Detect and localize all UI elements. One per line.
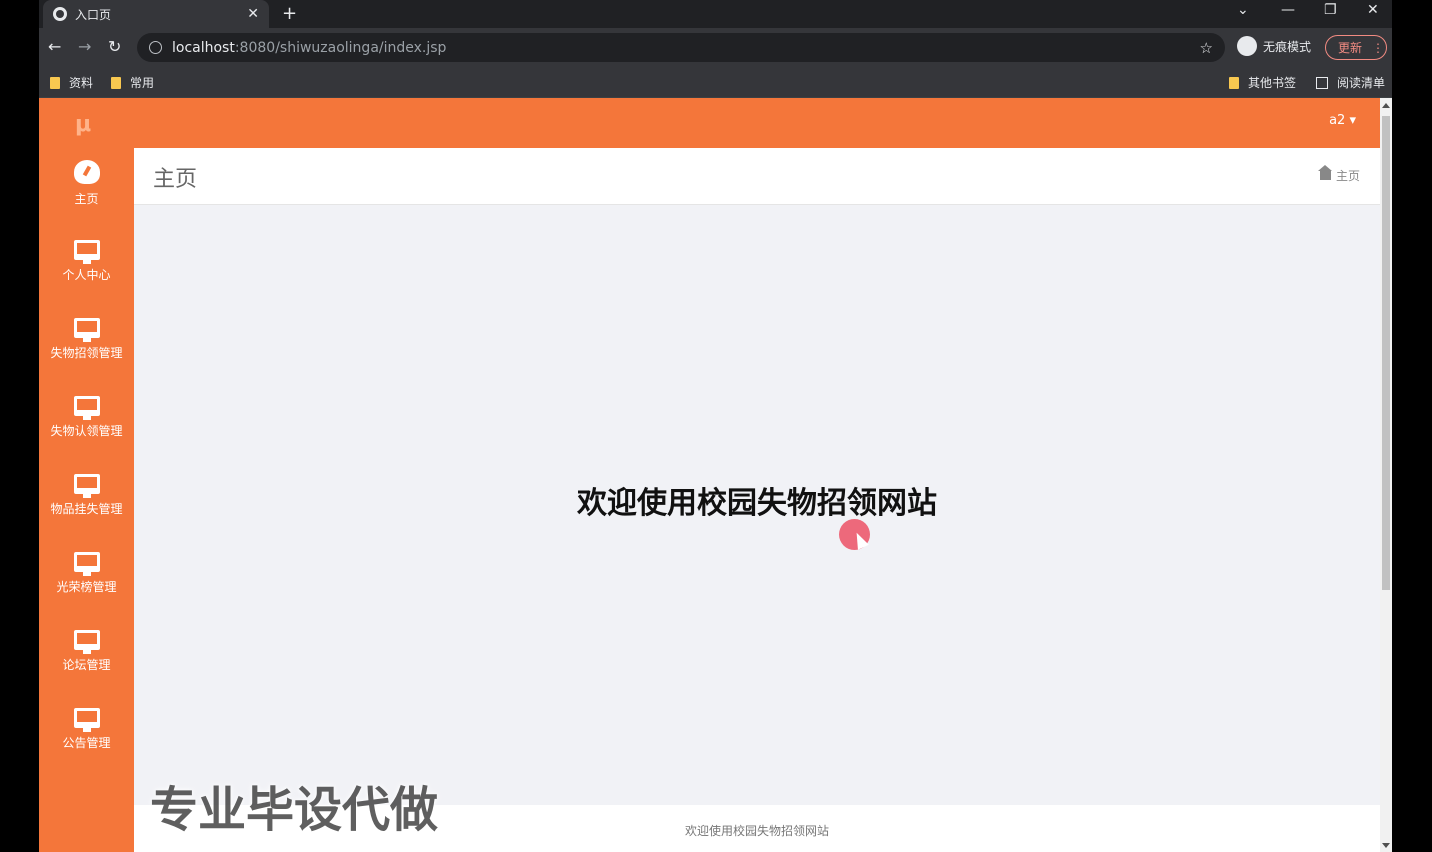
minimize-icon[interactable]: — bbox=[1281, 2, 1295, 18]
sidebar-item-label: 个人中心 bbox=[62, 268, 111, 282]
sidebar-item-forum[interactable]: 论坛管理 bbox=[39, 616, 134, 694]
monitor-icon bbox=[73, 630, 100, 654]
main-content: 主页 主页 欢迎使用校园失物招领网站 欢迎使用校园失物招领网站 bbox=[134, 148, 1380, 852]
other-bookmarks-label: 其他书签 bbox=[1248, 76, 1297, 90]
address-bar[interactable]: localhost :8080/shiwuzaolinga/index.jsp … bbox=[137, 33, 1225, 62]
sidebar-item-label: 失物认领管理 bbox=[50, 424, 123, 438]
tab-active[interactable]: 入口页 ✕ bbox=[43, 0, 269, 28]
web-page: μ a2 ▾ 主页 个人中心 失物招领管理 失物认领管理 物品挂失管理 光荣榜管… bbox=[39, 98, 1380, 852]
browser-toolbar: ← → ↻ localhost :8080/shiwuzaolinga/inde… bbox=[39, 28, 1392, 66]
sidebar-item-home[interactable]: 主页 bbox=[39, 148, 134, 226]
update-button[interactable]: 更新 ⋮ bbox=[1325, 35, 1387, 60]
monitor-icon bbox=[73, 474, 100, 498]
sidebar-item-profile[interactable]: 个人中心 bbox=[39, 226, 134, 304]
reading-list-label: 阅读清单 bbox=[1337, 76, 1386, 90]
folder-icon bbox=[50, 76, 60, 89]
back-arrow-icon[interactable]: ← bbox=[48, 37, 61, 56]
monitor-icon bbox=[73, 708, 100, 732]
page-scrollbar[interactable] bbox=[1380, 98, 1392, 852]
restore-icon[interactable]: ❐ bbox=[1324, 2, 1337, 18]
folder-icon bbox=[111, 76, 121, 89]
breadcrumb: 主页 bbox=[1317, 165, 1360, 184]
sidebar-item-lost-found[interactable]: 失物招领管理 bbox=[39, 304, 134, 382]
star-icon[interactable]: ☆ bbox=[1200, 39, 1213, 57]
app-logo: μ bbox=[75, 112, 92, 137]
other-bookmarks[interactable]: 其他书签 bbox=[1229, 74, 1296, 91]
reading-list[interactable]: 阅读清单 bbox=[1316, 74, 1385, 91]
sidebar-item-label: 论坛管理 bbox=[62, 658, 111, 672]
close-window-icon[interactable]: ✕ bbox=[1367, 2, 1379, 18]
sidebar-item-label: 失物招领管理 bbox=[50, 346, 123, 360]
sidebar-item-honor-roll[interactable]: 光荣榜管理 bbox=[39, 538, 134, 616]
url-host: localhost bbox=[172, 39, 235, 56]
reading-list-icon bbox=[1316, 76, 1328, 89]
incognito-label: 无痕模式 bbox=[1263, 39, 1312, 54]
watermark-text: 专业毕设代做 bbox=[150, 782, 439, 838]
content-header: 主页 主页 bbox=[134, 148, 1380, 205]
sidebar-item-label: 公告管理 bbox=[62, 736, 111, 750]
bookmark-folder[interactable]: 常用 bbox=[111, 74, 154, 91]
reload-icon[interactable]: ↻ bbox=[108, 37, 121, 56]
info-icon[interactable] bbox=[149, 41, 162, 54]
new-tab-button[interactable]: + bbox=[282, 3, 297, 24]
incognito-icon bbox=[1237, 36, 1257, 56]
forward-arrow-icon[interactable]: → bbox=[78, 37, 91, 56]
bookmark-folder[interactable]: 资料 bbox=[50, 74, 93, 91]
bookmark-label: 资料 bbox=[69, 76, 94, 90]
bookmarks-bar: 资料 常用 其他书签 阅读清单 bbox=[39, 66, 1392, 98]
dashboard-icon bbox=[73, 160, 100, 184]
monitor-icon bbox=[73, 318, 100, 342]
monitor-icon bbox=[73, 396, 100, 420]
scroll-down-icon[interactable] bbox=[1382, 843, 1390, 848]
tab-title: 入口页 bbox=[75, 7, 112, 22]
folder-icon bbox=[1229, 76, 1239, 89]
sidebar-item-label: 光荣榜管理 bbox=[56, 580, 117, 594]
scroll-up-icon[interactable] bbox=[1382, 103, 1390, 108]
tab-strip: 入口页 ✕ + ⌄ — ❐ ✕ bbox=[39, 0, 1392, 28]
incognito-indicator[interactable]: 无痕模式 bbox=[1237, 36, 1311, 56]
app-topbar: μ a2 ▾ bbox=[39, 98, 1380, 148]
scrollbar-thumb[interactable] bbox=[1382, 116, 1390, 590]
browser-window: 入口页 ✕ + ⌄ — ❐ ✕ ← → ↻ localhost :8080/sh… bbox=[39, 0, 1392, 852]
url-path: :8080/shiwuzaolinga/index.jsp bbox=[234, 39, 447, 56]
bookmark-label: 常用 bbox=[130, 76, 155, 90]
tab-close-icon[interactable]: ✕ bbox=[247, 6, 259, 22]
update-label: 更新 bbox=[1338, 41, 1363, 55]
sidebar-item-claims[interactable]: 失物认领管理 bbox=[39, 382, 134, 460]
user-menu[interactable]: a2 ▾ bbox=[1329, 113, 1356, 128]
page-title: 主页 bbox=[153, 167, 198, 192]
sidebar-item-loss-reports[interactable]: 物品挂失管理 bbox=[39, 460, 134, 538]
chevron-down-icon[interactable]: ⌄ bbox=[1237, 2, 1249, 18]
sidebar-item-label: 物品挂失管理 bbox=[50, 502, 123, 516]
welcome-message: 欢迎使用校园失物招领网站 bbox=[577, 486, 937, 521]
monitor-icon bbox=[73, 240, 100, 264]
monitor-icon bbox=[73, 552, 100, 576]
globe-icon bbox=[53, 7, 67, 21]
sidebar-item-announcements[interactable]: 公告管理 bbox=[39, 694, 134, 772]
more-menu-icon: ⋮ bbox=[1372, 40, 1385, 55]
sidebar-item-label: 主页 bbox=[74, 192, 99, 206]
home-icon bbox=[1317, 165, 1332, 180]
sidebar: 主页 个人中心 失物招领管理 失物认领管理 物品挂失管理 光荣榜管理 论坛管理 … bbox=[39, 148, 134, 852]
breadcrumb-item[interactable]: 主页 bbox=[1336, 167, 1360, 184]
